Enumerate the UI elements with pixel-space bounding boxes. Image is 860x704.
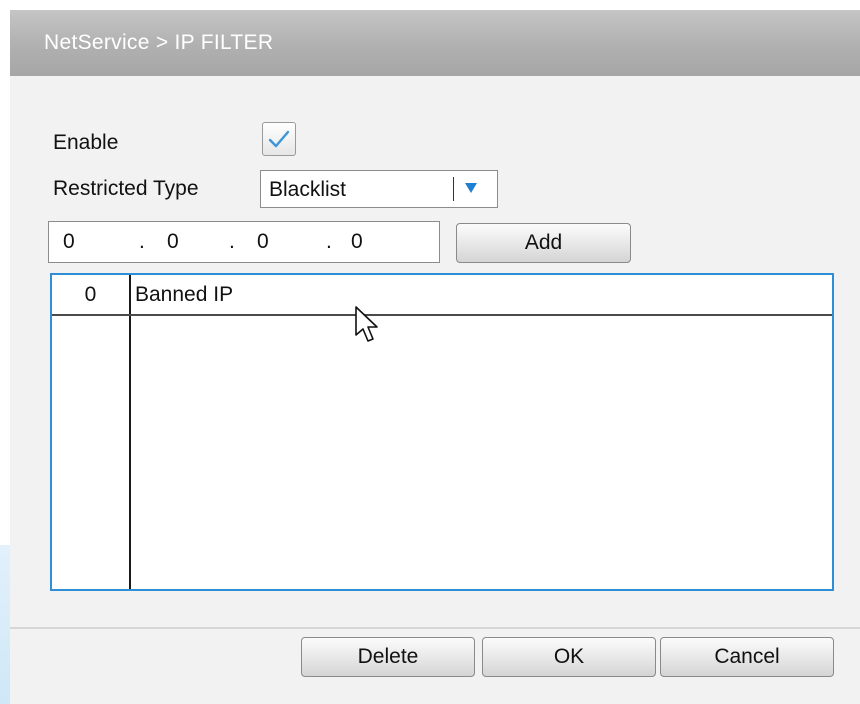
ip-address-input[interactable]: 0 . 0 . 0 . 0 [48, 221, 440, 263]
ip-dot-2: . [229, 230, 235, 253]
enable-checkbox[interactable] [262, 122, 296, 156]
header-separator [52, 314, 832, 316]
ip-octet-4[interactable]: 0 [351, 230, 363, 254]
banned-ip-table[interactable]: 0 Banned IP [50, 273, 834, 591]
enable-label: Enable [53, 131, 119, 154]
ip-octet-3[interactable]: 0 [257, 230, 269, 254]
checkmark-icon [268, 130, 290, 148]
dialog-titlebar[interactable]: NetService > IP FILTER [10, 10, 860, 76]
ok-button[interactable]: OK [482, 637, 656, 677]
restricted-type-value: Blacklist [269, 178, 347, 201]
table-banned-ip-header: Banned IP [135, 283, 234, 306]
select-divider [453, 177, 454, 201]
ip-octet-1[interactable]: 0 [63, 230, 75, 254]
delete-button[interactable]: Delete [301, 637, 475, 677]
ip-octet-2[interactable]: 0 [167, 230, 179, 254]
add-button[interactable]: Add [456, 223, 631, 263]
dropdown-arrow-icon[interactable] [464, 181, 478, 195]
mouse-cursor-icon [355, 306, 378, 342]
cancel-button[interactable]: Cancel [660, 637, 834, 677]
restricted-type-label: Restricted Type [53, 177, 199, 200]
ip-dot-3: . [326, 230, 332, 253]
dialog-title: NetService > IP FILTER [44, 31, 274, 54]
column-separator [129, 275, 131, 589]
footer-divider [10, 627, 860, 629]
ip-filter-dialog: NetService > IP FILTER Enable Restricted… [10, 10, 860, 704]
restricted-type-select[interactable]: Blacklist [260, 170, 498, 208]
ip-dot-1: . [139, 230, 145, 253]
table-count-header: 0 [84, 283, 97, 306]
